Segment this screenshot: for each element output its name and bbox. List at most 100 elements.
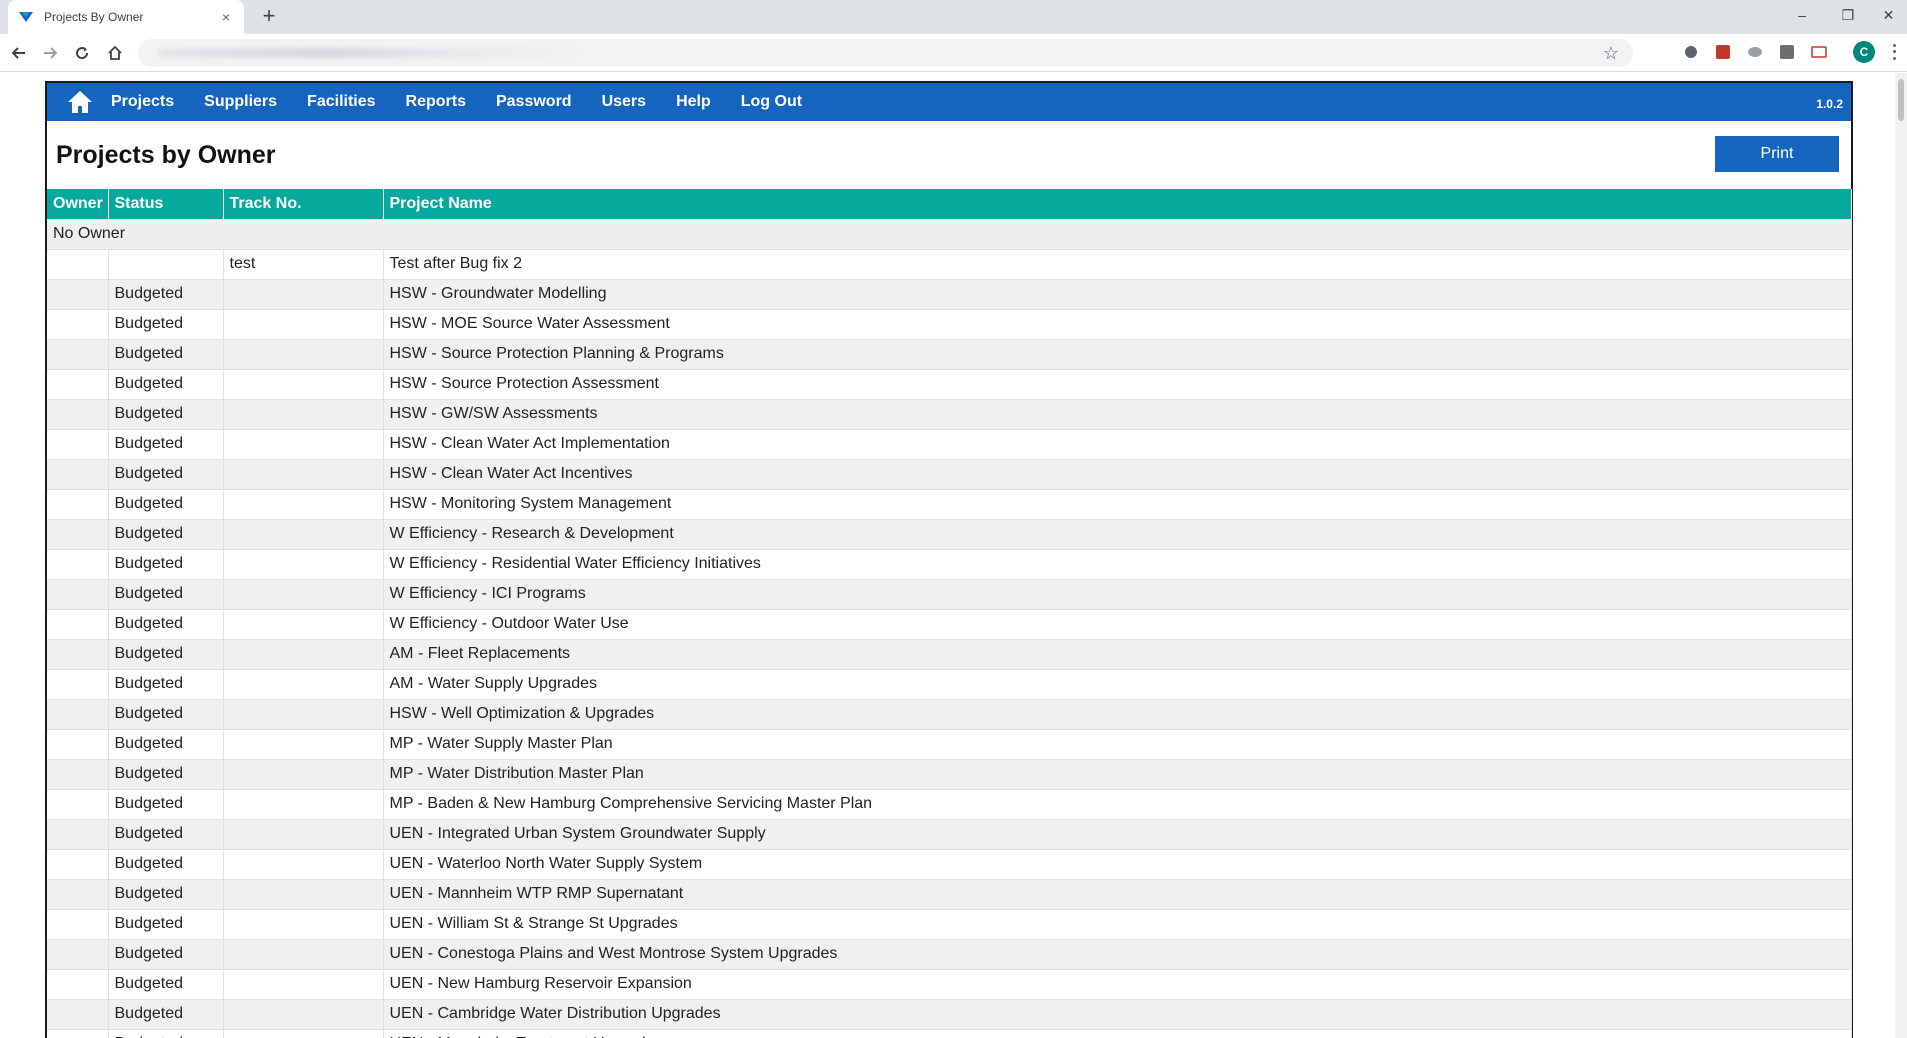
cell-project-name[interactable]: UEN - William St & Strange St Upgrades: [383, 909, 1852, 940]
cell-owner: [47, 729, 109, 760]
table-row[interactable]: Budgeted HSW - Groundwater Modelling: [47, 279, 1852, 310]
table-row[interactable]: Budgeted UEN - Mannheim WTP RMP Supernata…: [47, 879, 1852, 910]
cell-project-name[interactable]: W Efficiency - Outdoor Water Use: [383, 609, 1852, 640]
cell-owner: [47, 789, 109, 820]
nav-password[interactable]: Password: [496, 93, 572, 111]
cell-project-name[interactable]: HSW - Source Protection Planning & Progr…: [383, 339, 1852, 370]
table-row[interactable]: Budgeted W Efficiency - Research & Develo…: [47, 519, 1852, 550]
table-row[interactable]: test Test after Bug fix 2: [47, 249, 1852, 280]
reload-button[interactable]: [68, 39, 96, 67]
cell-project-name[interactable]: AM - Fleet Replacements: [383, 639, 1852, 670]
cell-project-name[interactable]: UEN - Mannheim Treatment Upgrades: [383, 1029, 1852, 1038]
nav-suppliers[interactable]: Suppliers: [204, 93, 277, 111]
table-row[interactable]: Budgeted W Efficiency - Outdoor Water Use: [47, 609, 1852, 640]
bookmark-star-icon[interactable]: ☆: [1603, 43, 1619, 64]
table-row[interactable]: Budgeted HSW - Clean Water Act Incentives: [47, 459, 1852, 490]
extension-badge-icon[interactable]: [1746, 43, 1764, 61]
table-row[interactable]: Budgeted UEN - Mannheim Treatment Upgrade…: [47, 1029, 1852, 1038]
table-row[interactable]: Budgeted UEN - Cambridge Water Distributi…: [47, 999, 1852, 1030]
table-row[interactable]: Budgeted HSW - Well Optimization & Upgrad…: [47, 699, 1852, 730]
column-header-track-no[interactable]: Track No.: [223, 189, 384, 219]
home-icon[interactable]: [63, 85, 97, 119]
back-arrow-icon: [11, 47, 25, 59]
forward-button[interactable]: [36, 39, 64, 67]
page-scrollbar[interactable]: [1895, 73, 1907, 1038]
tab-close-icon[interactable]: ×: [218, 9, 234, 25]
cell-status: Budgeted: [108, 609, 224, 640]
close-window-button[interactable]: ✕: [1870, 0, 1907, 30]
cell-project-name[interactable]: HSW - Groundwater Modelling: [383, 279, 1852, 310]
table-row[interactable]: Budgeted MP - Baden & New Hamburg Compreh…: [47, 789, 1852, 820]
browser-menu-icon[interactable]: [1888, 42, 1900, 62]
grammar-extension-icon[interactable]: [1778, 43, 1796, 61]
browser-tab[interactable]: Projects By Owner ×: [8, 0, 244, 34]
nav-facilities[interactable]: Facilities: [307, 93, 375, 111]
table-row[interactable]: Budgeted AM - Fleet Replacements: [47, 639, 1852, 670]
cell-project-name[interactable]: Test after Bug fix 2: [383, 249, 1852, 280]
nav-users[interactable]: Users: [602, 93, 646, 111]
column-header-project-name[interactable]: Project Name: [383, 189, 1852, 219]
pdf-extension-icon[interactable]: [1714, 43, 1732, 61]
cell-project-name[interactable]: W Efficiency - Research & Development: [383, 519, 1852, 550]
home-button[interactable]: [101, 39, 129, 67]
cell-project-name[interactable]: HSW - GW/SW Assessments: [383, 399, 1852, 430]
cell-project-name[interactable]: UEN - New Hamburg Reservoir Expansion: [383, 969, 1852, 1000]
cell-project-name[interactable]: HSW - Well Optimization & Upgrades: [383, 699, 1852, 730]
cell-project-name[interactable]: HSW - Clean Water Act Incentives: [383, 459, 1852, 490]
cell-track-no: [223, 369, 384, 400]
table-row[interactable]: Budgeted HSW - Source Protection Planning…: [47, 339, 1852, 370]
cell-project-name[interactable]: UEN - Cambridge Water Distribution Upgra…: [383, 999, 1852, 1030]
cell-project-name[interactable]: AM - Water Supply Upgrades: [383, 669, 1852, 700]
table-row[interactable]: Budgeted HSW - Monitoring System Manageme…: [47, 489, 1852, 520]
minimize-button[interactable]: –: [1779, 0, 1825, 30]
cell-project-name[interactable]: HSW - Monitoring System Management: [383, 489, 1852, 520]
table-row[interactable]: Budgeted HSW - GW/SW Assessments: [47, 399, 1852, 430]
column-header-owner[interactable]: Owner: [47, 189, 109, 219]
table-row[interactable]: Budgeted MP - Water Supply Master Plan: [47, 729, 1852, 760]
cell-status: Budgeted: [108, 969, 224, 1000]
cell-project-name[interactable]: UEN - Mannheim WTP RMP Supernatant: [383, 879, 1852, 910]
nav-log-out[interactable]: Log Out: [741, 93, 802, 111]
cell-project-name[interactable]: UEN - Integrated Urban System Groundwate…: [383, 819, 1852, 850]
cell-owner: [47, 399, 109, 430]
table-row[interactable]: Budgeted UEN - Integrated Urban System Gr…: [47, 819, 1852, 850]
cell-project-name[interactable]: W Efficiency - Residential Water Efficie…: [383, 549, 1852, 580]
cell-project-name[interactable]: UEN - Conestoga Plains and West Montrose…: [383, 939, 1852, 970]
cell-project-name[interactable]: W Efficiency - ICI Programs: [383, 579, 1852, 610]
table-row[interactable]: Budgeted HSW - MOE Source Water Assessmen…: [47, 309, 1852, 340]
back-button[interactable]: [5, 39, 33, 67]
browser-home-icon: [108, 45, 122, 60]
scrollbar-thumb[interactable]: [1898, 79, 1904, 121]
cell-project-name[interactable]: UEN - Waterloo North Water Supply System: [383, 849, 1852, 880]
nav-reports[interactable]: Reports: [406, 93, 466, 111]
cell-project-name[interactable]: MP - Water Distribution Master Plan: [383, 759, 1852, 790]
table-row[interactable]: Budgeted W Efficiency - ICI Programs: [47, 579, 1852, 610]
extension-circle-icon[interactable]: [1682, 43, 1700, 61]
cell-status: Budgeted: [108, 879, 224, 910]
cell-project-name[interactable]: HSW - MOE Source Water Assessment: [383, 309, 1852, 340]
table-row[interactable]: Budgeted AM - Water Supply Upgrades: [47, 669, 1852, 700]
column-header-status[interactable]: Status: [108, 189, 224, 219]
new-tab-button[interactable]: +: [256, 4, 282, 30]
print-button[interactable]: Print: [1715, 136, 1839, 172]
table-row[interactable]: Budgeted HSW - Clean Water Act Implementa…: [47, 429, 1852, 460]
address-bar[interactable]: ☆: [138, 39, 1633, 67]
nav-help[interactable]: Help: [676, 93, 711, 111]
cell-track-no: [223, 459, 384, 490]
table-row[interactable]: Budgeted W Efficiency - Residential Water…: [47, 549, 1852, 580]
cell-project-name[interactable]: HSW - Clean Water Act Implementation: [383, 429, 1852, 460]
cell-project-name[interactable]: MP - Baden & New Hamburg Comprehensive S…: [383, 789, 1852, 820]
table-row[interactable]: Budgeted UEN - New Hamburg Reservoir Expa…: [47, 969, 1852, 1000]
table-row[interactable]: Budgeted UEN - William St & Strange St Up…: [47, 909, 1852, 940]
profile-avatar[interactable]: C: [1853, 41, 1875, 63]
cast-extension-icon[interactable]: [1810, 43, 1828, 61]
cell-project-name[interactable]: MP - Water Supply Master Plan: [383, 729, 1852, 760]
table-row[interactable]: Budgeted UEN - Waterloo North Water Suppl…: [47, 849, 1852, 880]
nav-projects[interactable]: Projects: [111, 93, 174, 111]
cell-project-name[interactable]: HSW - Source Protection Assessment: [383, 369, 1852, 400]
cell-owner: [47, 429, 109, 460]
restore-button[interactable]: ❐: [1825, 0, 1871, 30]
table-row[interactable]: Budgeted UEN - Conestoga Plains and West …: [47, 939, 1852, 970]
table-row[interactable]: Budgeted MP - Water Distribution Master P…: [47, 759, 1852, 790]
table-row[interactable]: Budgeted HSW - Source Protection Assessme…: [47, 369, 1852, 400]
